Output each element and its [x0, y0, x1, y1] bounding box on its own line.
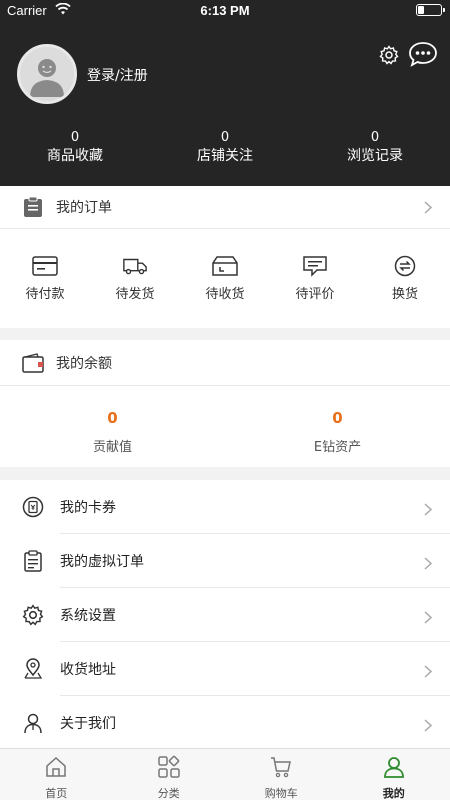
- tab-label: 我的: [382, 787, 405, 800]
- tab-label: 首页: [45, 787, 68, 800]
- balance-header[interactable]: 我的余额: [0, 340, 450, 386]
- orders-header[interactable]: 我的订单: [0, 186, 450, 229]
- order-pending-shipment[interactable]: 待发货: [90, 229, 180, 325]
- order-label: 待收货: [205, 287, 245, 302]
- menu-item-about-us[interactable]: 关于我们: [0, 696, 450, 750]
- battery-icon: [416, 4, 445, 16]
- gear-icon[interactable]: [379, 45, 399, 69]
- message-icon[interactable]: [408, 41, 438, 71]
- coupon-icon: [22, 496, 44, 518]
- stat-history[interactable]: 0 浏览记录: [300, 130, 450, 170]
- menu-label: 收货地址: [60, 662, 116, 678]
- diamond-assets-balance[interactable]: 0 E钻资产: [225, 386, 450, 468]
- tab-cart[interactable]: 购物车: [225, 749, 338, 800]
- box-icon: [212, 255, 238, 277]
- comment-icon: [302, 255, 328, 277]
- stat-label: 浏览记录: [347, 148, 403, 164]
- order-pending-payment[interactable]: 待付款: [0, 229, 90, 325]
- balance-label: E钻资产: [313, 440, 362, 455]
- card-icon: [32, 255, 58, 277]
- menu-item-settings[interactable]: 系统设置: [0, 588, 450, 642]
- stat-favorites[interactable]: 0 商品收藏: [0, 130, 150, 170]
- location-icon: [22, 658, 44, 680]
- tab-home[interactable]: 首页: [0, 749, 113, 800]
- home-icon: [44, 755, 68, 783]
- gear-icon: [22, 604, 44, 626]
- stat-value: 0: [220, 130, 230, 145]
- balance-title: 我的余额: [56, 355, 112, 372]
- balance-value: 0: [107, 409, 118, 427]
- menu-item-coupons[interactable]: 我的卡券: [0, 480, 450, 534]
- stat-value: 0: [370, 130, 380, 145]
- tab-label: 分类: [157, 787, 180, 800]
- menu-item-virtual-orders[interactable]: 我的虚拟订单: [0, 534, 450, 588]
- chevron-right-icon: [424, 501, 433, 520]
- clock-time: 6:13 PM: [200, 3, 250, 18]
- status-bar: Carrier 6:13 PM: [0, 0, 450, 22]
- menu-label: 系统设置: [60, 608, 116, 624]
- order-pending-review[interactable]: 待评价: [270, 229, 360, 325]
- menu-label: 我的虚拟订单: [60, 554, 144, 570]
- order-pending-receipt[interactable]: 待收货: [180, 229, 270, 325]
- contribution-balance[interactable]: 0 贡献值: [0, 386, 225, 468]
- truck-icon: [122, 255, 148, 277]
- menu-list: 我的卡券 我的虚拟订单 系统设置 收货地址 关于我们: [0, 480, 450, 748]
- order-label: 换货: [391, 287, 418, 302]
- balance-label: 贡献值: [92, 440, 132, 455]
- person-icon: [22, 712, 44, 734]
- clipboard-icon: [22, 550, 44, 572]
- order-status-row: 待付款 待发货 待收货 待评价 换货: [0, 229, 450, 325]
- tab-label: 购物车: [264, 787, 298, 800]
- avatar-placeholder-icon: [20, 47, 74, 101]
- exchange-icon: [392, 255, 418, 277]
- stat-label: 店铺关注: [197, 148, 253, 164]
- order-label: 待付款: [25, 287, 65, 302]
- cart-icon: [269, 755, 293, 783]
- stat-followed-shops[interactable]: 0 店铺关注: [150, 130, 300, 170]
- chevron-right-icon: [424, 663, 433, 682]
- stat-value: 0: [70, 130, 80, 145]
- profile-header: Carrier 6:13 PM 登录/注册 0 商品收藏 0 店铺关注 0 浏览…: [0, 0, 450, 186]
- order-label: 待评价: [295, 287, 335, 302]
- profile-stats: 0 商品收藏 0 店铺关注 0 浏览记录: [0, 130, 450, 170]
- menu-item-shipping-address[interactable]: 收货地址: [0, 642, 450, 696]
- clipboard-icon: [22, 196, 44, 218]
- user-icon: [382, 755, 406, 783]
- chevron-right-icon: [424, 201, 433, 218]
- balance-value: 0: [332, 409, 343, 427]
- chevron-right-icon: [424, 609, 433, 628]
- avatar[interactable]: [17, 44, 77, 104]
- order-label: 待发货: [115, 287, 155, 302]
- tab-category[interactable]: 分类: [113, 749, 226, 800]
- menu-label: 我的卡券: [60, 500, 116, 516]
- order-exchange[interactable]: 换货: [360, 229, 450, 325]
- balance-section: 我的余额 0 贡献值 0 E钻资产: [0, 340, 450, 467]
- tab-mine[interactable]: 我的: [338, 749, 450, 800]
- wallet-icon: [22, 352, 44, 374]
- chevron-right-icon: [424, 717, 433, 736]
- balance-values: 0 贡献值 0 E钻资产: [0, 386, 450, 468]
- stat-label: 商品收藏: [47, 148, 103, 164]
- category-icon: [157, 755, 181, 783]
- login-register-link[interactable]: 登录/注册: [87, 65, 148, 85]
- chevron-right-icon: [424, 555, 433, 574]
- orders-title: 我的订单: [56, 200, 112, 216]
- orders-section: 我的订单 待付款 待发货 待收货 待评价 换货: [0, 186, 450, 328]
- bottom-tab-bar: 首页 分类 购物车 我的: [0, 748, 450, 800]
- menu-label: 关于我们: [60, 716, 116, 732]
